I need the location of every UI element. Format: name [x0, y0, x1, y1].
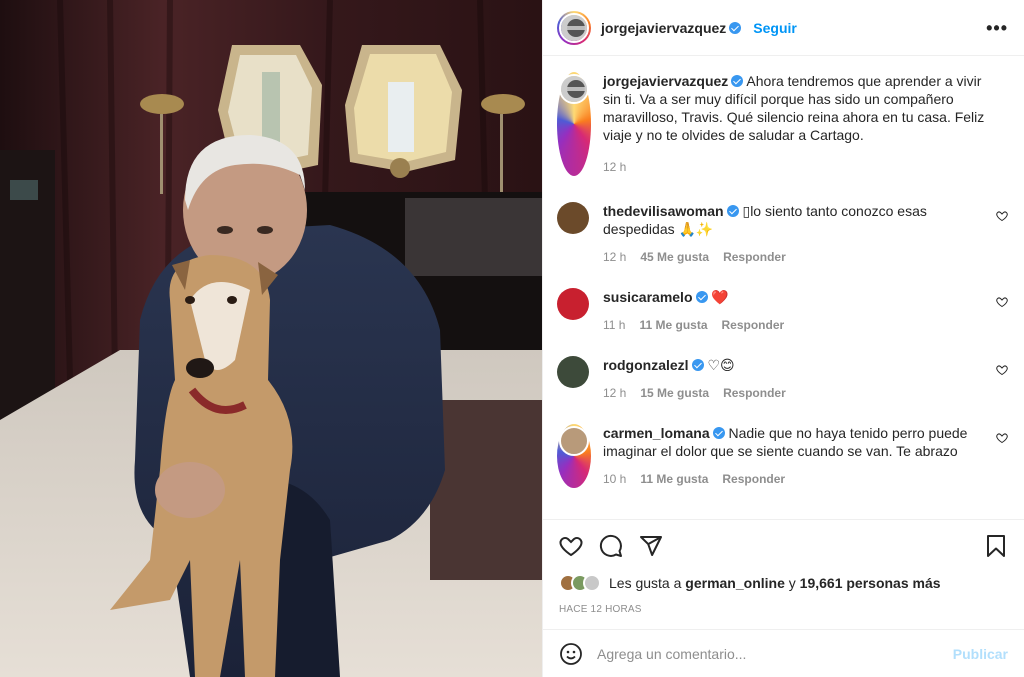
comment-item: rodgonzalezl ♡😊 12 h 15 Me gusta Responder	[557, 356, 1008, 402]
post-sidebar: jorgejaviervazquez Seguir ••• jorgejavie…	[542, 0, 1024, 677]
reply-button[interactable]: Responder	[723, 248, 786, 266]
caption-avatar-ring[interactable]	[557, 72, 591, 176]
likes-prefix: Les gusta a	[609, 575, 682, 591]
like-comment-heart-icon[interactable]	[996, 210, 1008, 222]
comment-username[interactable]: rodgonzalezl	[603, 357, 689, 373]
commenter-avatar-ring[interactable]	[557, 424, 591, 488]
verified-icon	[729, 21, 742, 34]
comment-time[interactable]: 12 h	[603, 384, 626, 402]
reply-button[interactable]: Responder	[722, 470, 785, 488]
post-image	[0, 0, 542, 677]
comment-input[interactable]	[597, 645, 953, 662]
author-avatar	[559, 12, 589, 43]
more-options-icon[interactable]: •••	[986, 19, 1008, 37]
emoji-smiley-icon[interactable]	[559, 642, 583, 666]
comment-username[interactable]: carmen_lomana	[603, 425, 710, 441]
share-send-icon[interactable]	[639, 534, 663, 558]
author-username[interactable]: jorgejaviervazquez	[601, 20, 726, 36]
author-avatar-ring[interactable]	[557, 10, 591, 45]
post-photo[interactable]	[0, 0, 542, 677]
liker-username[interactable]: german_online	[685, 575, 785, 591]
verified-icon	[726, 205, 739, 217]
comment-item: susicaramelo ❤️ 11 h 11 Me gusta Responder	[557, 288, 1008, 334]
comment-time[interactable]: 10 h	[603, 470, 626, 488]
caption-username[interactable]: jorgejaviervazquez	[603, 73, 728, 89]
comment-item: thedevilisawoman ▯lo siento tanto conozc…	[557, 202, 1008, 266]
like-heart-icon[interactable]	[559, 534, 583, 558]
like-comment-heart-icon[interactable]	[996, 296, 1008, 308]
post-header: jorgejaviervazquez Seguir •••	[543, 0, 1024, 56]
comment-text: ❤️	[711, 289, 729, 305]
comment-text: ♡😊	[707, 357, 735, 373]
action-icons	[559, 520, 1008, 572]
likes-and: y	[788, 575, 796, 591]
post-actions: Les gusta a german_online y 19,661 perso…	[543, 519, 1024, 629]
comment-username[interactable]: thedevilisawoman	[603, 203, 724, 219]
caption-avatar	[559, 74, 589, 104]
comment-likes[interactable]: 11 Me gusta	[640, 470, 708, 488]
commenter-avatar[interactable]	[557, 202, 589, 234]
comment-likes[interactable]: 15 Me gusta	[640, 384, 709, 402]
like-comment-heart-icon[interactable]	[996, 432, 1008, 444]
liker-avatar	[583, 574, 601, 592]
commenter-avatar[interactable]	[557, 288, 589, 320]
save-bookmark-icon[interactable]	[984, 534, 1008, 558]
reply-button[interactable]: Responder	[722, 316, 785, 334]
verified-icon	[695, 291, 708, 303]
commenter-avatar[interactable]	[557, 356, 589, 388]
verified-icon	[731, 75, 744, 87]
follow-button[interactable]: Seguir	[753, 20, 797, 36]
comment-likes[interactable]: 11 Me gusta	[639, 316, 707, 334]
comment-item: carmen_lomana Nadie que no haya tenido p…	[557, 424, 1008, 488]
comment-username[interactable]: susicaramelo	[603, 289, 693, 305]
reply-button[interactable]: Responder	[723, 384, 786, 402]
publish-button[interactable]: Publicar	[953, 646, 1008, 662]
verified-icon	[712, 427, 725, 439]
comment-time[interactable]: 11 h	[603, 316, 625, 334]
comments-list[interactable]: jorgejaviervazquez Ahora tendremos que a…	[543, 56, 1024, 519]
comment-likes[interactable]: 45 Me gusta	[640, 248, 709, 266]
likes-count[interactable]: 19,661 personas más	[800, 575, 941, 591]
likes-summary: Les gusta a german_online y 19,661 perso…	[559, 572, 1008, 594]
caption-time[interactable]: 12 h	[603, 158, 626, 176]
add-comment-bar: Publicar	[543, 629, 1024, 677]
commenter-avatar	[559, 426, 589, 456]
like-comment-heart-icon[interactable]	[996, 364, 1008, 376]
verified-icon	[691, 359, 704, 371]
comment-bubble-icon[interactable]	[599, 534, 623, 558]
post-timestamp[interactable]: HACE 12 HORAS	[559, 604, 1008, 615]
liker-avatars[interactable]	[559, 574, 601, 592]
caption: jorgejaviervazquez Ahora tendremos que a…	[557, 72, 1008, 176]
comment-time[interactable]: 12 h	[603, 248, 626, 266]
instagram-post: jorgejaviervazquez Seguir ••• jorgejavie…	[0, 0, 1024, 677]
